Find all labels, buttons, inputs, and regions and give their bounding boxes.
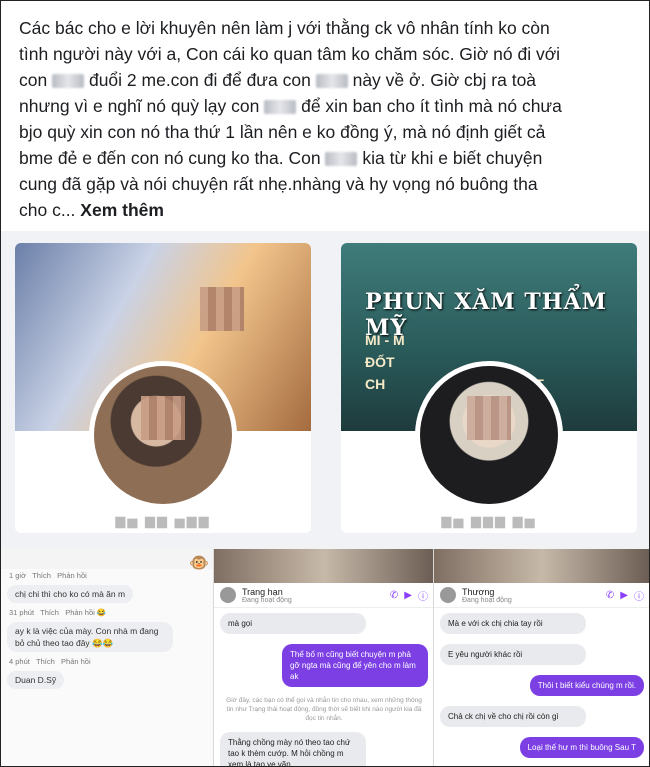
reply-link[interactable]: Phản hồi [65,608,95,617]
post-line: nhưng vì e nghĩ nó quỳ lạy con để xin ba… [19,93,631,119]
comment-time: 4 phút [9,657,30,666]
phone-icon[interactable]: ✆ [390,590,398,601]
message-incoming: Chả ck chị về cho chị rồi còn gì [440,706,586,727]
message-incoming: Mà e với ck chị chia tay rồi [440,613,586,634]
like-link[interactable]: Thích [40,608,59,617]
monkey-sticker-icon: 🐵 [189,555,209,572]
message-incoming: Thằng chồng mày nó theo tao chứ tao k th… [220,732,366,766]
avatar[interactable] [220,587,236,603]
shop-sign-segment: CH [365,376,386,392]
message-outgoing: Thế bố m cũng biết chuyện m phả gỡ ngta … [282,644,428,687]
post-text-segment: bme đẻ e đến con nó cung ko tha. Con [19,148,321,168]
redacted-name [52,74,85,89]
redacted-name [325,152,358,167]
chat-contact-name: Trang hạn Đang hoạt động [242,587,384,604]
screenshot-frame: Các bác cho e lời khuyên nên làm j với t… [0,0,650,767]
post-line: bjo quỳ xin con nó tha thứ 1 lần nên e k… [19,122,546,142]
blurred-face [200,286,245,331]
message-list: mà gọi Thế bố m cũng biết chuyện m phả g… [214,608,434,766]
comment: Duan D.Sỹ [1,668,213,692]
post-text-segment: này về ở. Giờ cbj ra toà [352,70,537,90]
post-line: cung đã gặp và nói chuyện rất nhẹ.nhàng … [19,174,538,194]
message-incoming: E yêu người khác rồi [440,644,586,665]
comment-bubble: ay k là việc của mày. Con nhà m đang bỏ … [7,622,173,652]
comment: ay k là việc của mày. Con nhà m đang bỏ … [1,619,213,655]
redacted-name [315,74,348,89]
system-notice: Giờ đây, các bạn có thể gọi và nhắn tin … [226,697,422,722]
post-line: con đuổi 2 me.con đi để đưa con này về ở… [19,67,631,93]
redacted-name [264,100,297,115]
message-outgoing: Thôi t biết kiểu chúng m rồi. [529,675,644,696]
comment-meta: 4 phút Thích Phản hồi [1,655,213,668]
screenshot-collage: 🐵 1 giờ Thích Phản hồi chị chi thì cho k… [1,549,649,766]
chat-header: Trang hạn Đang hoạt động ✆ ▶ ⓘ [214,583,434,608]
like-link[interactable]: Thích [36,657,55,666]
active-status: Đang hoạt động [462,596,512,604]
phone-icon[interactable]: ✆ [606,590,614,601]
post-text-segment: kia từ khi e biết chuyện [362,148,543,168]
info-icon[interactable]: ⓘ [634,588,644,603]
profile-card-other-woman[interactable]: PHUN XĂM THẨM MỸ MI - M ĐỐT CHT ▆▅ ▆▆▆ ▆… [341,243,637,533]
chat-contact-name: Thương Đang hoạt động [462,587,600,604]
comment-meta: 31 phút Thích Phản hồi 😂 [9,608,107,617]
info-icon[interactable]: ⓘ [418,588,428,603]
post-line: bme đẻ e đến con nó cung ko tha. Con kia… [19,145,631,171]
video-icon[interactable]: ▶ [404,590,412,601]
post-text-segment: con [19,70,48,90]
profile-avatar[interactable] [89,361,237,509]
blurred-profile-name: ▆▅ ▆▆ ▅▆▆ [115,513,211,528]
post-text-segment: để xin ban cho ít tình mà nó chưa [301,96,562,116]
blurred-face [141,396,185,441]
message-outgoing: Loại thế hư m thì buông Sau T [519,737,644,758]
active-status: Đang hoạt động [242,596,292,604]
messenger-screenshot-2: Thương Đang hoạt động ✆ ▶ ⓘ Mà e với ck … [433,549,649,766]
comment-thread-screenshot: 🐵 1 giờ Thích Phản hồi chị chi thì cho k… [1,549,213,766]
message-incoming: mà gọi [220,613,366,634]
profile-avatar[interactable] [415,361,563,509]
comment-author: Duan D.Sỹ [7,671,65,689]
message-list: Mà e với ck chị chia tay rồi E yêu người… [434,608,649,763]
post-line: tình người này với a, Con cái ko quan tâ… [19,44,561,64]
contact-name: Trang hạn [242,586,283,597]
comment-bubble: chị chi thì cho ko có mà ăn m [7,585,134,603]
top-strip [1,549,213,569]
post-text-segment: cho c... [19,200,76,220]
video-icon[interactable]: ▶ [620,590,628,601]
post-body: Các bác cho e lời khuyên nên làm j với t… [1,1,649,231]
reply-link[interactable]: Phản hồi [57,571,87,580]
blurred-face [467,396,511,441]
shop-sign-line: MI - M [365,332,405,348]
profile-card-husband[interactable]: ▆▅ ▆▆ ▅▆▆ [15,243,311,533]
blurred-profile-name: ▆▅ ▆▆▆ ▆▅ [441,513,537,528]
messenger-screenshot-1: Trang hạn Đang hoạt động ✆ ▶ ⓘ mà gọi Th… [213,549,434,766]
avatar[interactable] [440,587,456,603]
comment-time: 1 giờ [9,571,27,580]
reply-link[interactable]: Phản hồi [61,657,91,666]
top-strip [214,549,434,583]
post-text-segment: đuổi 2 me.con đi để đưa con [88,70,311,90]
profile-cards: ▆▅ ▆▆ ▅▆▆ PHUN XĂM THẨM MỸ MI - M ĐỐT CH… [1,231,649,551]
top-strip [434,549,649,583]
see-more-link[interactable]: Xem thêm [80,200,164,220]
like-link[interactable]: Thích [32,571,51,580]
comment-time: 31 phút [9,608,35,617]
comment: chị chi thì cho ko có mà ăn m [1,582,213,606]
post-line: cho c... Xem thêm [19,197,631,223]
post-line: Các bác cho e lời khuyên nên làm j với t… [19,18,550,38]
comment-meta: 1 giờ Thích Phản hồi [1,569,213,582]
chat-header: Thương Đang hoạt động ✆ ▶ ⓘ [434,583,649,608]
contact-name: Thương [462,586,495,597]
post-text-segment: nhưng vì e nghĩ nó quỳ lạy con [19,96,260,116]
